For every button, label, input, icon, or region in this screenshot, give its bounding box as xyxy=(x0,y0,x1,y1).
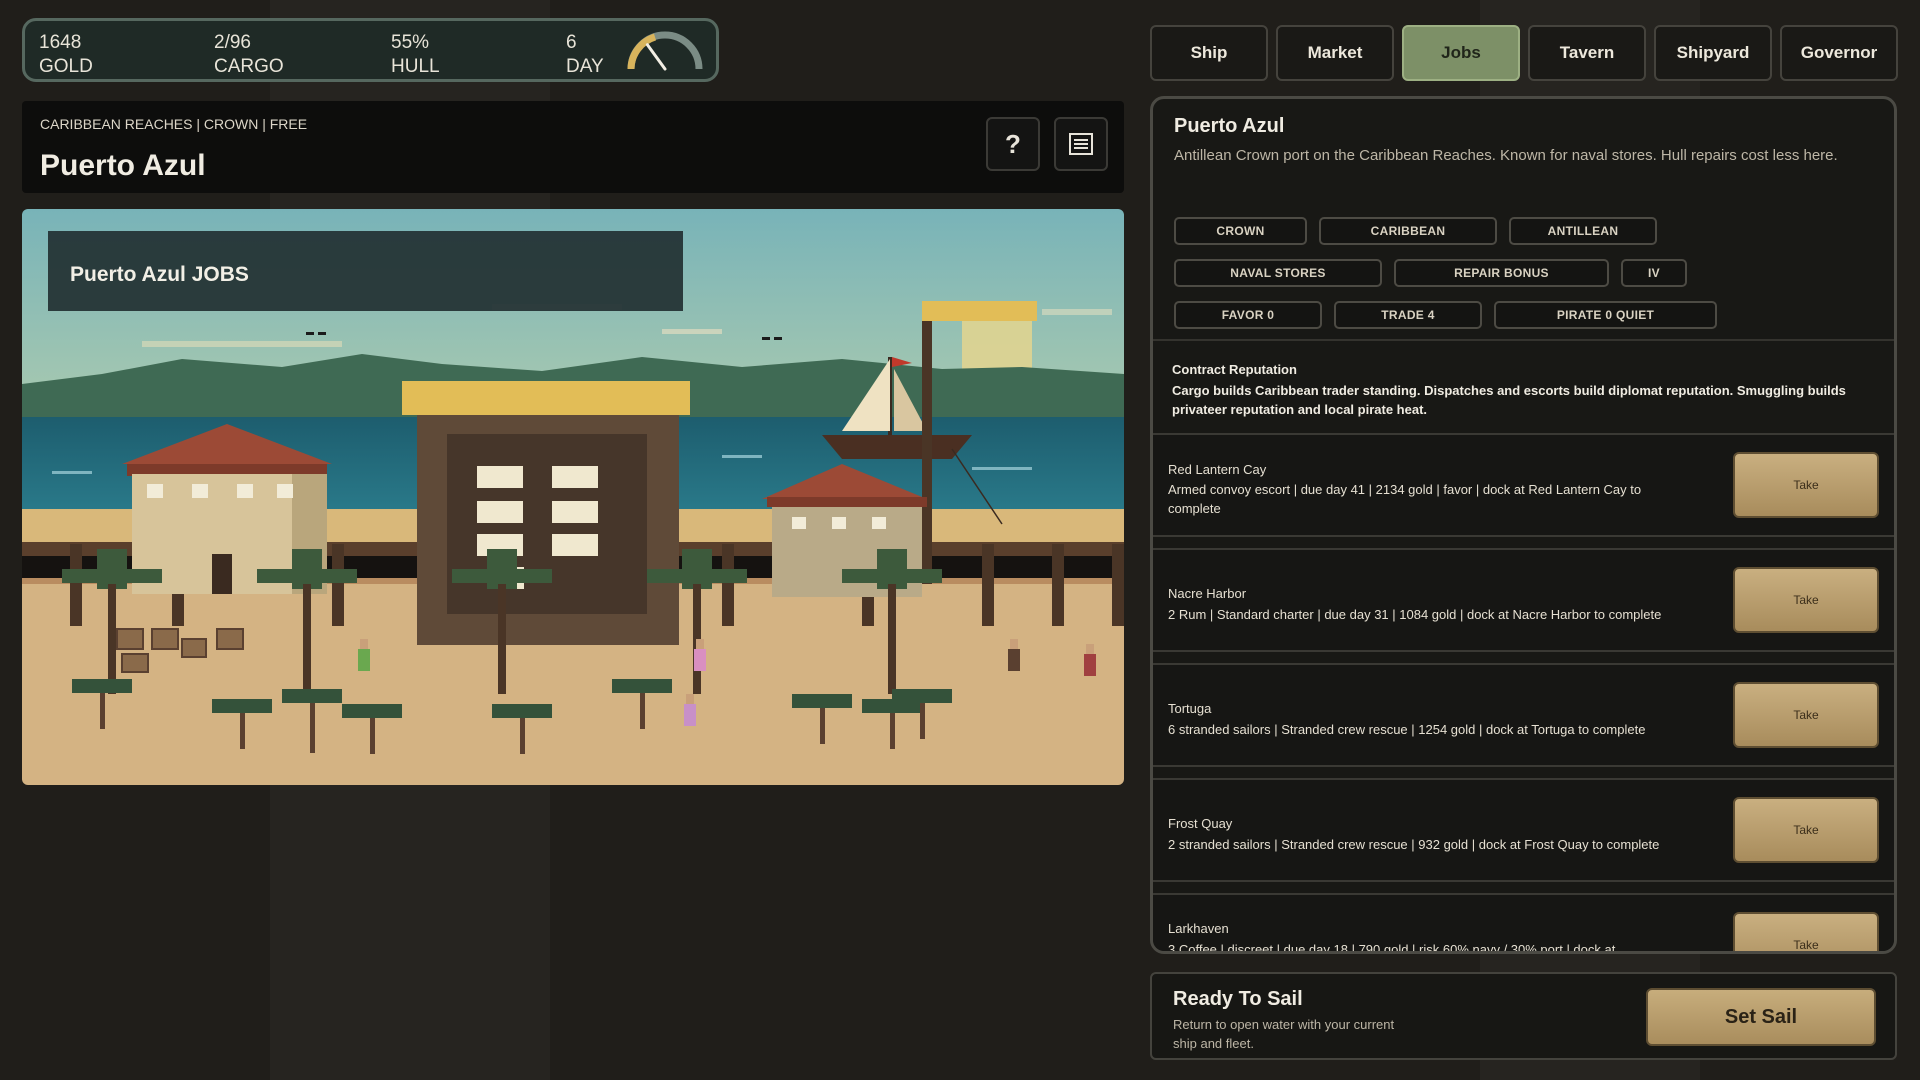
job-destination: Frost Quay xyxy=(1168,816,1233,831)
job-row: Larkhaven 3 Coffee | discreet | due day … xyxy=(1153,893,1894,954)
job-description: 3 Coffee | discreet | due day 18 | 790 g… xyxy=(1168,942,1616,954)
chip-pirate: PIRATE 0 QUIET xyxy=(1494,301,1717,329)
day-gauge-icon xyxy=(627,31,703,71)
chip-trade: TRADE 4 xyxy=(1334,301,1482,329)
gold-label: GOLD xyxy=(39,56,93,77)
take-job-button[interactable]: Take xyxy=(1733,682,1879,748)
take-job-button[interactable]: Take xyxy=(1733,452,1879,518)
job-destination: Red Lantern Cay xyxy=(1168,462,1267,477)
chip-naval-stores: NAVAL STORES xyxy=(1174,259,1382,287)
tab-governor[interactable]: Governor xyxy=(1780,25,1898,81)
chip-repair-bonus: REPAIR BONUS xyxy=(1394,259,1609,287)
scene-title: Puerto Azul JOBS xyxy=(70,263,249,286)
chip-favor: FAVOR 0 xyxy=(1174,301,1322,329)
job-description: 2 Rum | Standard charter | due day 31 | … xyxy=(1168,607,1662,622)
tab-ship-label: Ship xyxy=(1190,43,1228,62)
location-title: Puerto Azul xyxy=(40,149,206,182)
location-tags: CARIBBEAN REACHES | CROWN | FREE xyxy=(40,116,308,132)
reputation-title: Contract Reputation xyxy=(1172,362,1297,377)
cargo-value: 2/96 xyxy=(214,32,251,53)
tab-tavern[interactable]: Tavern xyxy=(1528,25,1646,81)
gauge-needle xyxy=(645,43,667,71)
port-scene: Puerto Azul JOBS xyxy=(22,209,1124,785)
cargo-label: CARGO xyxy=(214,56,284,77)
tab-market-label: Market xyxy=(1307,43,1363,62)
chip-caribbean: CARIBBEAN xyxy=(1319,217,1497,245)
day-stat: 6 DAY xyxy=(566,31,604,79)
ready-title: Ready To Sail xyxy=(1173,988,1303,1010)
chip-tier: IV xyxy=(1621,259,1687,287)
cargo-stat: 2/96 CARGO xyxy=(214,31,284,79)
help-button[interactable]: ? xyxy=(986,117,1040,171)
job-description: Armed convoy escort | due day 41 | 2134 … xyxy=(1168,482,1642,516)
tab-jobs-label: Jobs xyxy=(1441,43,1481,62)
stats-bar: 1648 GOLD 2/96 CARGO 55% HULL 6 DAY xyxy=(22,18,719,82)
tab-jobs[interactable]: Jobs xyxy=(1402,25,1520,81)
gold-stat: 1648 GOLD xyxy=(39,31,93,79)
job-description: 2 stranded sailors | Stranded crew rescu… xyxy=(1168,837,1660,852)
set-sail-button[interactable]: Set Sail xyxy=(1646,988,1876,1046)
port-name: Puerto Azul xyxy=(1174,115,1285,137)
tab-tavern-label: Tavern xyxy=(1559,43,1615,62)
job-row: Frost Quay 2 stranded sailors | Stranded… xyxy=(1153,778,1894,882)
scene-title-banner: Puerto Azul JOBS xyxy=(48,231,683,311)
hull-stat: 55% HULL xyxy=(391,31,440,79)
job-destination: Larkhaven xyxy=(1168,921,1229,936)
take-job-button[interactable]: Take xyxy=(1733,912,1879,951)
job-row: Tortuga 6 stranded sailors | Stranded cr… xyxy=(1153,663,1894,767)
tab-governor-label: Governor xyxy=(1800,43,1878,62)
job-row: Red Lantern Cay Armed convoy escort | du… xyxy=(1153,433,1894,537)
hull-value: 55% xyxy=(391,32,430,53)
job-destination: Tortuga xyxy=(1168,701,1212,716)
tab-ship[interactable]: Ship xyxy=(1150,25,1268,81)
reputation-text: Cargo builds Caribbean trader standing. … xyxy=(1172,383,1846,417)
chip-crown: CROWN xyxy=(1174,217,1307,245)
hull-label: HULL xyxy=(391,56,440,77)
chip-antillean: ANTILLEAN xyxy=(1509,217,1657,245)
log-button[interactable] xyxy=(1054,117,1108,171)
take-job-button[interactable]: Take xyxy=(1733,797,1879,863)
location-header: CARIBBEAN REACHES | CROWN | FREE Puerto … xyxy=(22,101,1124,193)
job-row: Nacre Harbor 2 Rum | Standard charter | … xyxy=(1153,548,1894,652)
port-description: Antillean Crown port on the Caribbean Re… xyxy=(1174,147,1838,164)
job-description: 6 stranded sailors | Stranded crew rescu… xyxy=(1168,722,1646,737)
tab-shipyard[interactable]: Shipyard xyxy=(1654,25,1772,81)
help-icon: ? xyxy=(1005,128,1021,159)
day-value: 6 xyxy=(566,32,577,53)
list-icon xyxy=(1069,133,1093,155)
jobs-panel: Puerto Azul Antillean Crown port on the … xyxy=(1150,96,1897,954)
tab-shipyard-label: Shipyard xyxy=(1676,43,1750,62)
job-destination: Nacre Harbor xyxy=(1168,586,1247,601)
jobs-office-building xyxy=(402,381,690,645)
ready-description: Return to open water with your current s… xyxy=(1173,1017,1395,1051)
sail-bar: Ready To Sail Return to open water with … xyxy=(1150,972,1897,1060)
tab-market[interactable]: Market xyxy=(1276,25,1394,81)
gold-value: 1648 xyxy=(39,32,82,53)
divider xyxy=(1153,339,1894,341)
day-label: DAY xyxy=(566,56,604,77)
take-job-button[interactable]: Take xyxy=(1733,567,1879,633)
